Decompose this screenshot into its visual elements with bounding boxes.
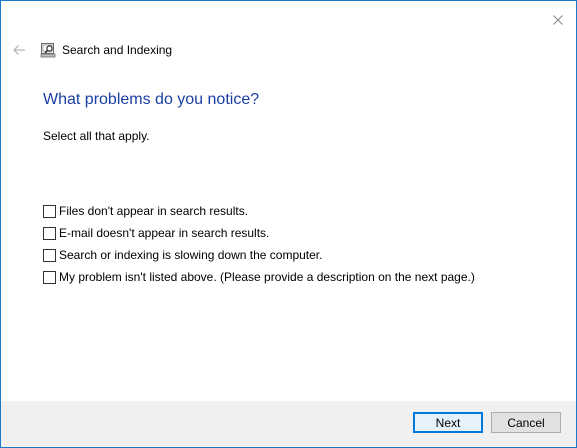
close-icon	[553, 15, 563, 25]
problem-options-list: Files don't appear in search results. E-…	[43, 200, 475, 288]
back-arrow-icon	[13, 45, 25, 55]
page-heading: What problems do you notice?	[43, 91, 260, 108]
option-problem-not-listed[interactable]: My problem isn't listed above. (Please p…	[43, 266, 475, 288]
option-files-not-in-results[interactable]: Files don't appear in search results.	[43, 200, 475, 222]
window-title: Search and Indexing	[62, 43, 173, 57]
option-label: My problem isn't listed above. (Please p…	[59, 270, 475, 284]
checkbox[interactable]	[43, 204, 56, 218]
checkbox[interactable]	[43, 248, 56, 262]
instruction-text: Select all that apply.	[43, 129, 150, 143]
next-button[interactable]: Next	[413, 412, 483, 433]
cancel-button[interactable]: Cancel	[491, 412, 561, 433]
button-bar: Next Cancel	[1, 401, 576, 447]
option-label: Files don't appear in search results.	[59, 204, 249, 218]
checkbox[interactable]	[43, 270, 56, 284]
option-label: E-mail doesn't appear in search results.	[59, 226, 270, 240]
back-button[interactable]	[10, 41, 28, 59]
close-button[interactable]	[547, 9, 569, 31]
dialog-window: Search and Indexing What problems do you…	[0, 0, 577, 448]
option-indexing-slowing-computer[interactable]: Search or indexing is slowing down the c…	[43, 244, 475, 266]
search-indexing-icon	[40, 43, 56, 58]
checkbox[interactable]	[43, 226, 56, 240]
option-email-not-in-results[interactable]: E-mail doesn't appear in search results.	[43, 222, 475, 244]
option-label: Search or indexing is slowing down the c…	[59, 248, 323, 262]
